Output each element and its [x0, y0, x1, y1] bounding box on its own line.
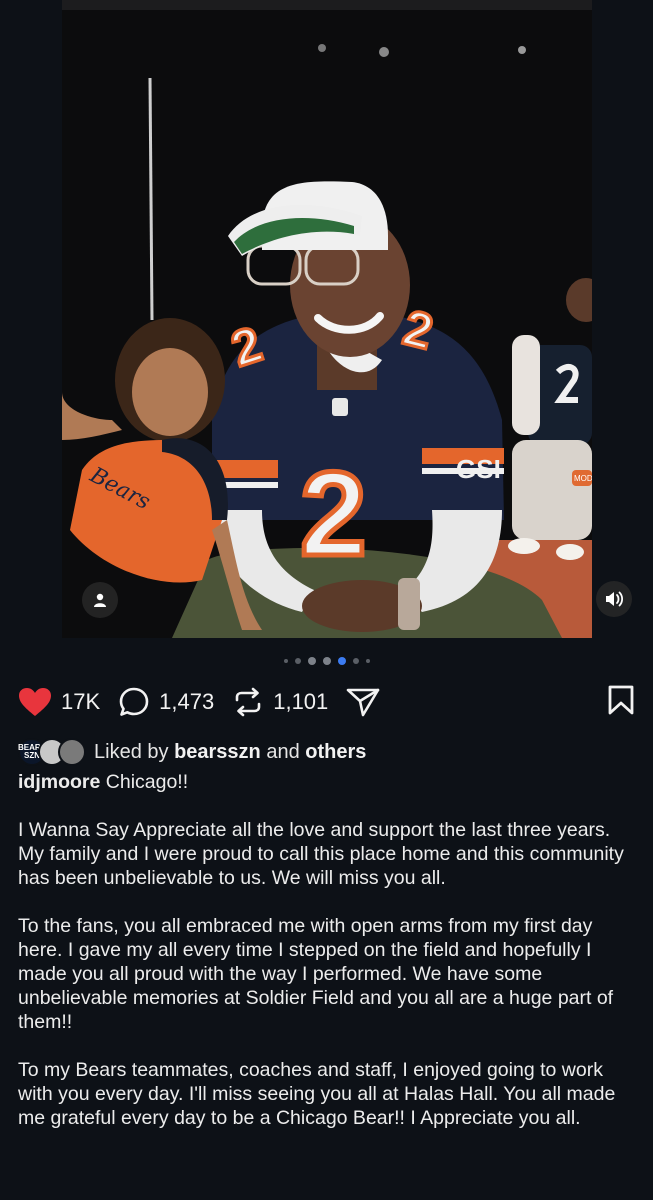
repost-button[interactable]: 1,101 [232, 686, 328, 718]
heart-icon [19, 688, 51, 716]
avatar [58, 738, 86, 766]
comment-bubble-icon [119, 687, 149, 716]
bookmark-icon [608, 685, 634, 715]
svg-text:GSI: GSI [456, 454, 501, 484]
save-button[interactable] [607, 684, 635, 721]
caption-username[interactable]: idjmoore [18, 771, 100, 793]
post-photo[interactable]: MOD GSI 2 2 2 Bears [62, 0, 592, 638]
caption-paragraph: I Wanna Say Appreciate all the love and … [18, 819, 624, 889]
liked-by-username[interactable]: bearsszn [174, 741, 261, 764]
like-button[interactable]: 17K [18, 687, 100, 717]
comment-count: 1,473 [159, 689, 215, 714]
svg-text:2: 2 [300, 447, 367, 581]
carousel-dot [352, 658, 359, 664]
svg-text:MOD: MOD [574, 474, 592, 483]
liked-by-conjunction: and [266, 740, 300, 763]
caption-headline-text: Chicago!! [105, 771, 189, 793]
liked-by-prefix: Liked by [94, 740, 169, 763]
post-action-bar: 17K 1,473 1,101 [18, 682, 635, 722]
carousel-dot [283, 659, 288, 663]
comment-button[interactable]: 1,473 [118, 686, 214, 718]
repost-icon [235, 687, 261, 717]
mute-toggle-button[interactable] [596, 581, 632, 617]
speaker-icon [606, 591, 624, 607]
carousel-dot-active [337, 657, 346, 665]
carousel-indicator [0, 657, 653, 665]
liked-by-others[interactable]: others [305, 741, 366, 764]
carousel-dot [322, 657, 331, 665]
carousel-dot [365, 659, 370, 663]
liker-avatars: BEARS SZN [18, 738, 86, 766]
carousel-dot [307, 657, 316, 665]
caption-paragraph: To the fans, you all embraced me with op… [18, 915, 614, 1033]
photo-illustration: MOD GSI 2 2 2 Bears [62, 0, 592, 638]
caption-paragraph: To my Bears teammates, coaches and staff… [18, 1059, 616, 1129]
like-count: 17K [61, 689, 101, 714]
caption-headline: idjmoore Chicago!! [18, 770, 638, 794]
post-caption: idjmoore Chicago!! I Wanna Say Appreciat… [18, 770, 638, 1154]
tagged-people-button[interactable] [82, 582, 118, 618]
liked-by-row[interactable]: BEARS SZN Liked by bearsszn and others [18, 738, 366, 766]
repost-count: 1,101 [273, 689, 329, 714]
send-icon [346, 688, 380, 717]
share-button[interactable] [346, 686, 380, 718]
person-icon [94, 593, 106, 607]
carousel-dot [294, 658, 301, 664]
